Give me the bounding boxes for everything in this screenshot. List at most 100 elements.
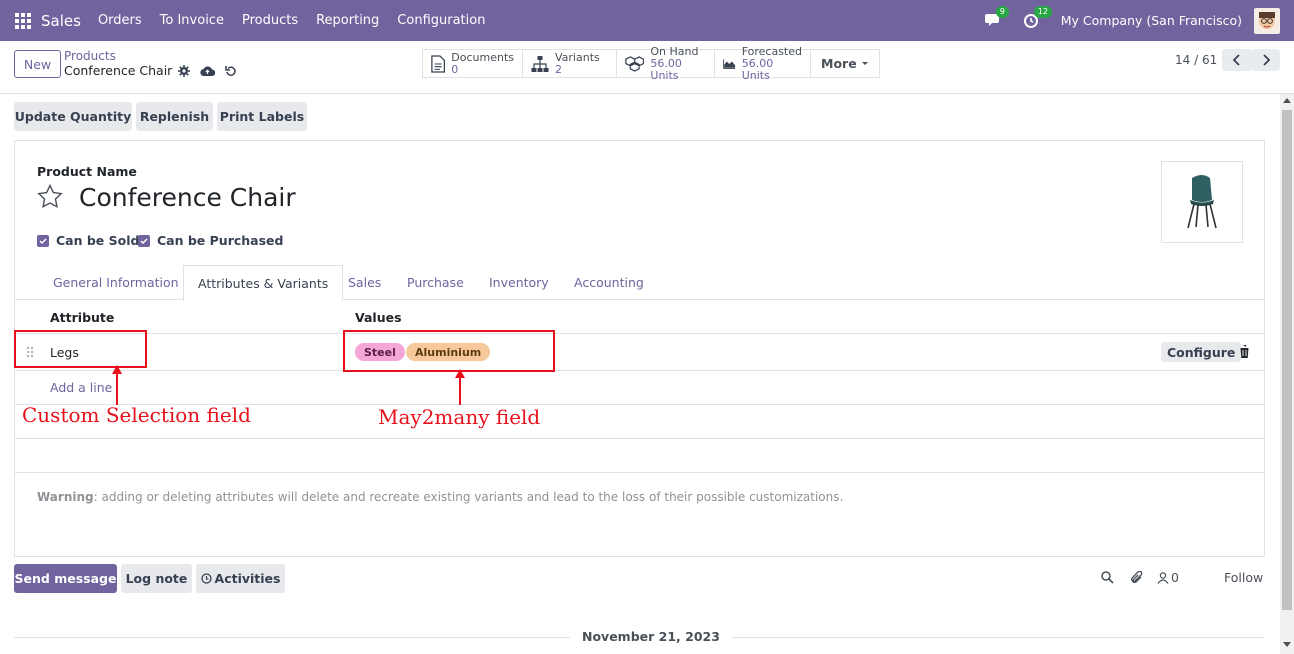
pager-previous-button[interactable] [1222, 49, 1251, 71]
document-icon [431, 54, 446, 73]
log-note-button[interactable]: Log note [121, 564, 192, 593]
smart-button-forecasted[interactable]: Forecasted 56.00 Units [715, 45, 811, 81]
annotation-arrow-left [116, 372, 118, 405]
forecasted-label: Forecasted [741, 44, 802, 58]
chair-image [1187, 175, 1217, 229]
user-icon[interactable] [1157, 571, 1169, 584]
tab-sales[interactable]: Sales [348, 265, 381, 300]
breadcrumb-current-label: Conference Chair [64, 63, 173, 78]
activities-button[interactable]: Activities [196, 564, 285, 593]
smart-buttons: Documents 0 Variants 2 On Hand 56.00 Uni… [422, 45, 880, 81]
column-attribute[interactable]: Attribute [50, 310, 114, 325]
apps-menu-icon[interactable] [15, 12, 31, 29]
print-labels-button[interactable]: Print Labels [217, 102, 307, 131]
paperclip-icon[interactable] [1130, 570, 1144, 585]
chevron-right-icon [1262, 54, 1270, 66]
variants-value: 2 [555, 62, 562, 76]
update-quantity-button[interactable]: Update Quantity [14, 102, 132, 131]
configure-button[interactable]: Configure [1161, 342, 1242, 362]
scroll-up-icon[interactable] [1283, 98, 1291, 103]
trash-icon[interactable] [1239, 345, 1250, 358]
menu-reporting[interactable]: Reporting [316, 13, 379, 28]
documents-value: 0 [451, 62, 459, 76]
smart-button-documents[interactable]: Documents 0 [423, 50, 523, 77]
smart-button-variants[interactable]: Variants 2 [523, 50, 617, 77]
favorite-star-icon[interactable] [37, 184, 63, 208]
tab-purchase[interactable]: Purchase [407, 265, 464, 300]
variants-warning: Warning: adding or deleting attributes w… [37, 490, 843, 504]
can-be-sold-label: Can be Sold [56, 233, 140, 248]
company-switcher[interactable]: My Company (San Francisco) [1061, 13, 1242, 28]
user-avatar[interactable] [1254, 7, 1280, 34]
discard-icon[interactable] [225, 65, 237, 77]
form-sheet: Product Name Conference Chair Can be Sol… [14, 140, 1265, 557]
page-scrollbar[interactable] [1280, 94, 1294, 654]
highlight-attribute-box [14, 330, 147, 368]
annotation-arrowhead-right [455, 369, 465, 378]
menu-products[interactable]: Products [242, 13, 298, 28]
breadcrumb-parent[interactable]: Products [64, 49, 116, 63]
menu-to-invoice[interactable]: To Invoice [160, 13, 224, 28]
smart-button-on-hand[interactable]: On Hand 56.00 Units [617, 45, 715, 81]
column-values[interactable]: Values [355, 310, 402, 325]
cubes-icon [625, 55, 645, 72]
tab-general-information[interactable]: General Information [53, 265, 179, 300]
replenish-button[interactable]: Replenish [136, 102, 213, 131]
new-button[interactable]: New [14, 50, 61, 78]
control-panel: New Products Conference Chair Documents … [0, 41, 1294, 94]
on-hand-value: 56.00 Units [650, 56, 682, 82]
highlight-values-box [343, 330, 555, 372]
product-name-input[interactable]: Conference Chair [79, 183, 296, 212]
more-dropdown-button[interactable]: More [811, 50, 879, 77]
pager-value[interactable]: 14 / 61 [1175, 53, 1217, 67]
pager-next-button[interactable] [1251, 49, 1280, 71]
scroll-down-icon[interactable] [1283, 642, 1291, 647]
cloud-upload-icon[interactable] [200, 65, 216, 77]
annotation-left: Custom Selection field [22, 403, 251, 427]
menu-configuration[interactable]: Configuration [397, 13, 485, 28]
search-icon[interactable] [1101, 571, 1114, 584]
annotation-arrow-right [459, 376, 461, 405]
tab-accounting[interactable]: Accounting [574, 265, 644, 300]
can-be-purchased-label: Can be Purchased [157, 233, 284, 248]
checkbox-checked-icon [37, 234, 49, 247]
can-be-purchased-checkbox[interactable]: Can be Purchased [138, 233, 283, 248]
app-name[interactable]: Sales [41, 12, 81, 30]
gear-icon[interactable] [178, 64, 191, 77]
activities-badge: 12 [1033, 5, 1052, 18]
sitemap-icon [531, 55, 549, 72]
can-be-sold-checkbox[interactable]: Can be Sold [37, 233, 139, 248]
attributes-table-header: Attribute Values [15, 300, 1264, 334]
caret-down-icon [861, 61, 868, 65]
date-separator: November 21, 2023 [570, 629, 732, 644]
more-label: More [821, 56, 857, 71]
activities-button[interactable]: 12 [1023, 5, 1052, 31]
annotation-arrowhead-left [112, 365, 122, 374]
messages-badge: 9 [995, 5, 1009, 18]
menu-orders[interactable]: Orders [98, 13, 142, 28]
documents-label: Documents [451, 50, 514, 64]
chatter-tools: 0 [1101, 570, 1179, 585]
warning-text: : adding or deleting attributes will del… [93, 490, 844, 504]
add-line-link[interactable]: Add a line [50, 380, 112, 395]
variants-label: Variants [555, 50, 600, 64]
table-row[interactable]: Legs Steel Aluminium Configure [15, 334, 1264, 371]
on-hand-label: On Hand [650, 44, 699, 58]
tab-inventory[interactable]: Inventory [489, 265, 549, 300]
notebook-tabs: General Information Attributes & Variant… [15, 265, 1264, 301]
annotation-right: May2many field [378, 405, 541, 429]
product-name-label: Product Name [37, 164, 137, 179]
area-chart-icon [723, 59, 736, 69]
product-image[interactable] [1161, 161, 1243, 243]
messages-button[interactable]: 9 [984, 5, 1009, 31]
empty-row [15, 439, 1264, 473]
send-message-button[interactable]: Send message [14, 564, 117, 593]
follow-button[interactable]: Follow [1224, 570, 1263, 585]
scroll-thumb[interactable] [1282, 110, 1292, 610]
clock-icon [200, 573, 212, 584]
add-line-row: Add a line [15, 371, 1264, 405]
breadcrumb-current: Conference Chair [64, 63, 237, 78]
chevron-left-icon [1232, 54, 1240, 66]
followers-count[interactable]: 0 [1171, 570, 1179, 585]
tab-attributes-variants[interactable]: Attributes & Variants [183, 265, 344, 301]
